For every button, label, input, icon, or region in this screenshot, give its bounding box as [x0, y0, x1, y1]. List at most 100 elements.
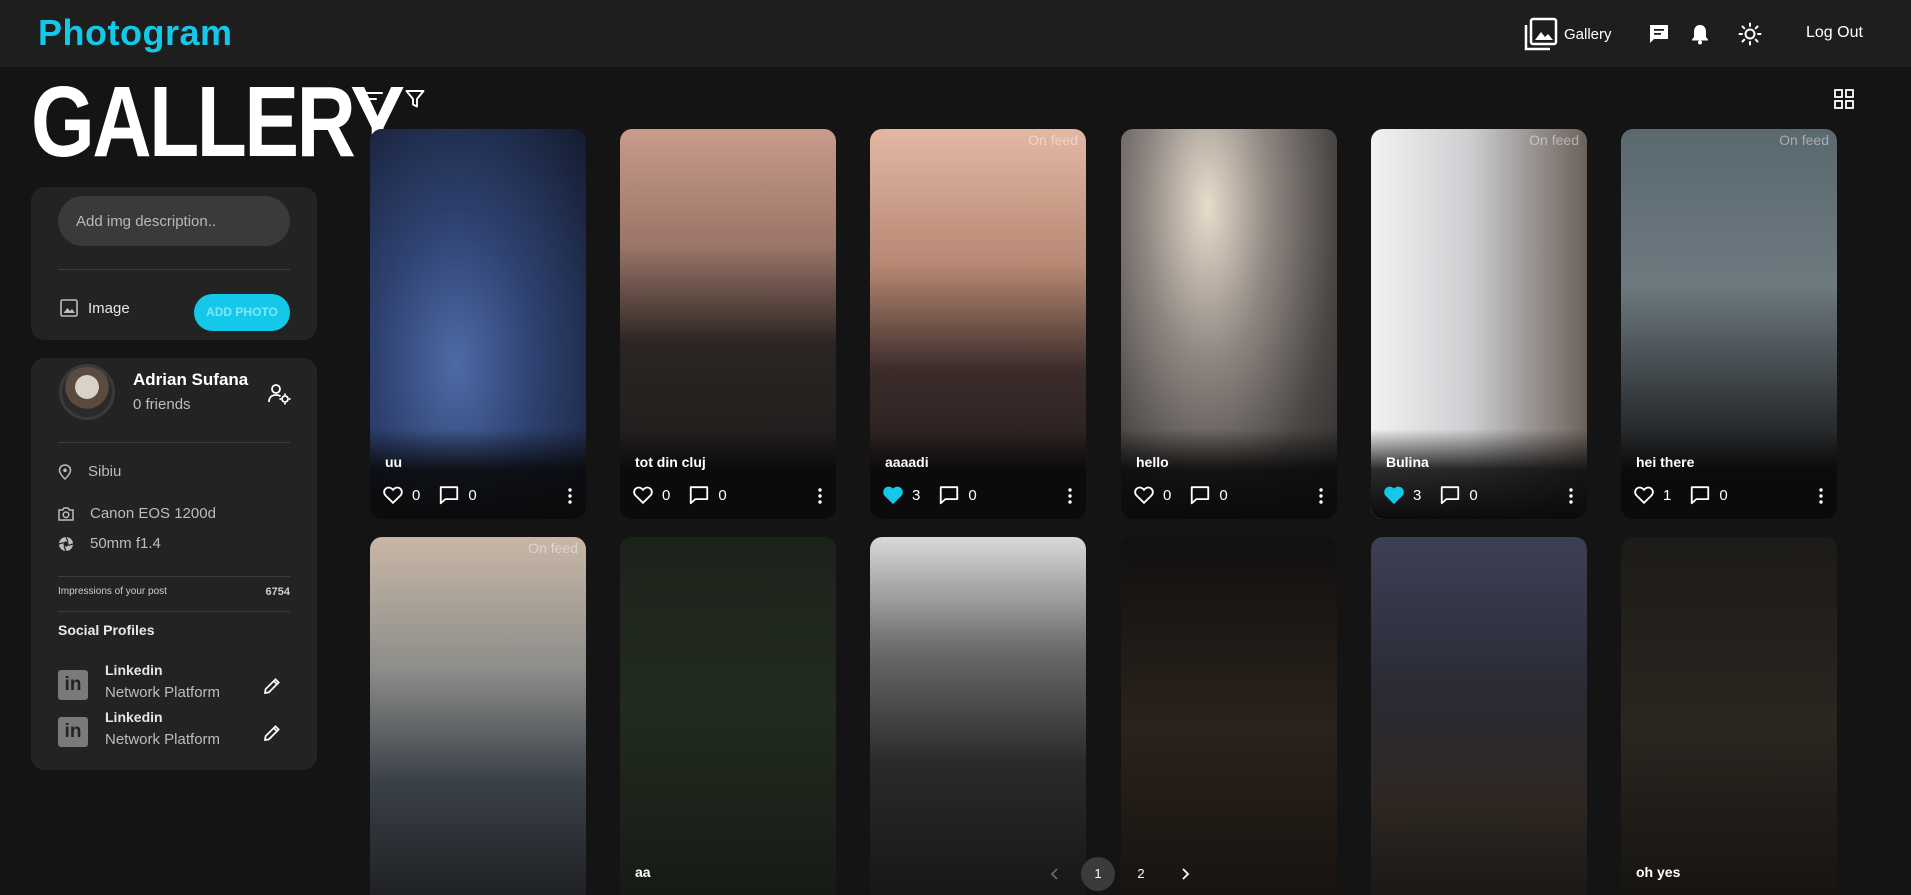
photo-card[interactable]: tot din cluj 0 0 [620, 129, 836, 519]
camera-row: Canon EOS 1200d [58, 505, 216, 522]
nav-gallery-label: Gallery [1564, 25, 1612, 43]
photo-stats: 00 [1133, 484, 1238, 506]
like-count: 0 [662, 486, 671, 504]
more-options-icon[interactable] [1068, 488, 1072, 504]
filter-icon[interactable] [404, 88, 426, 110]
photo-card[interactable]: On feed hei there 1 0 [1621, 129, 1837, 519]
impressions-label: Impressions of your post [58, 586, 167, 597]
comment-icon[interactable] [938, 484, 960, 506]
photo-title: Bulina [1386, 454, 1429, 470]
like-heart-icon[interactable] [882, 484, 904, 506]
social-profile-item[interactable]: in Linkedin Network Platform [58, 709, 290, 753]
photo-stats: 00 [632, 484, 737, 506]
more-options-icon[interactable] [1819, 488, 1823, 504]
camera-icon [58, 507, 74, 521]
photo-image[interactable] [370, 537, 586, 895]
photo-stats: 10 [1633, 484, 1738, 506]
photo-stats: 30 [1383, 484, 1488, 506]
comment-icon[interactable] [438, 484, 460, 506]
pagination-page-2[interactable]: 2 [1124, 857, 1158, 891]
notifications-bell-icon[interactable] [1688, 22, 1712, 46]
app-logo[interactable]: Photogram [38, 12, 233, 54]
comment-icon[interactable] [688, 484, 710, 506]
like-heart-icon[interactable] [632, 484, 654, 506]
image-description-input[interactable] [58, 196, 290, 246]
choose-image-button[interactable]: Image [60, 299, 130, 317]
photo-title: hello [1136, 454, 1169, 470]
gallery-icon [1524, 17, 1558, 51]
profile-name[interactable]: Adrian Sufana [133, 370, 248, 390]
photo-image[interactable] [1371, 537, 1587, 895]
manage-friends-icon[interactable] [267, 382, 291, 406]
like-count: 0 [1163, 486, 1172, 504]
photo-stats: 30 [882, 484, 987, 506]
photo-image[interactable] [1121, 537, 1337, 895]
photo-card[interactable] [1121, 537, 1337, 895]
page-title: GALLERY [31, 66, 405, 178]
photo-card[interactable]: uu 0 0 [370, 129, 586, 519]
photo-card[interactable]: On feed Bulina 3 0 [1371, 129, 1587, 519]
more-options-icon[interactable] [818, 488, 822, 504]
pagination-page-1[interactable]: 1 [1081, 857, 1115, 891]
on-feed-badge: On feed [1028, 132, 1078, 148]
comment-icon[interactable] [1689, 484, 1711, 506]
photo-card[interactable]: On feed aaaadi 3 0 [870, 129, 1086, 519]
photo-title: oh yes [1636, 864, 1681, 880]
social-profile-item[interactable]: in Linkedin Network Platform [58, 662, 290, 706]
grid-view-icon[interactable] [1833, 88, 1855, 110]
on-feed-badge: On feed [528, 540, 578, 556]
photo-image[interactable] [870, 537, 1086, 895]
more-options-icon[interactable] [1319, 488, 1323, 504]
image-button-label: Image [88, 299, 130, 317]
more-options-icon[interactable] [1569, 488, 1573, 504]
add-photo-button[interactable]: ADD PHOTO [194, 294, 290, 331]
photo-title: aa [635, 864, 651, 880]
photo-image[interactable] [620, 537, 836, 895]
like-count: 3 [1413, 486, 1422, 504]
photo-card[interactable]: aa [620, 537, 836, 895]
like-heart-icon[interactable] [1133, 484, 1155, 506]
photo-stats: 00 [382, 484, 487, 506]
like-heart-icon[interactable] [1633, 484, 1655, 506]
photo-card[interactable] [870, 537, 1086, 895]
photo-card[interactable] [1371, 537, 1587, 895]
upload-card: Image ADD PHOTO [31, 187, 317, 340]
like-heart-icon[interactable] [382, 484, 404, 506]
comment-count: 0 [968, 486, 977, 504]
pagination-prev-icon[interactable] [1048, 866, 1062, 882]
edit-pencil-icon[interactable] [262, 723, 282, 743]
linkedin-icon: in [58, 670, 88, 700]
lens-row: 50mm f1.4 [58, 535, 161, 552]
pagination-next-icon[interactable] [1178, 866, 1192, 882]
comment-icon[interactable] [1439, 484, 1461, 506]
avatar[interactable] [59, 364, 115, 420]
logout-button[interactable]: Log Out [1806, 24, 1863, 42]
comment-count: 0 [718, 486, 727, 504]
like-count: 1 [1663, 486, 1672, 504]
on-feed-badge: On feed [1779, 132, 1829, 148]
nav-gallery-link[interactable]: Gallery [1524, 0, 1612, 68]
photo-card[interactable]: oh yes [1621, 537, 1837, 895]
more-options-icon[interactable] [568, 488, 572, 504]
photo-title: uu [385, 454, 403, 470]
comment-icon[interactable] [1189, 484, 1211, 506]
location-text: Sibiu [88, 463, 122, 480]
photo-card[interactable]: On feed [370, 537, 586, 895]
comment-count: 0 [1219, 486, 1228, 504]
social-name: Linkedin [105, 662, 163, 678]
photo-image[interactable] [1621, 537, 1837, 895]
messages-icon[interactable] [1647, 22, 1671, 46]
impressions-row: Impressions of your post 6754 [58, 586, 290, 598]
divider [58, 269, 290, 270]
photo-card[interactable]: hello 0 0 [1121, 129, 1337, 519]
edit-pencil-icon[interactable] [262, 676, 282, 696]
sort-icon[interactable] [362, 88, 384, 110]
theme-toggle-sun-icon[interactable] [1738, 22, 1762, 46]
social-subtitle: Network Platform [105, 684, 221, 701]
divider [58, 576, 290, 577]
profile-card: Adrian Sufana 0 friends Sibiu Canon EOS … [31, 358, 317, 770]
like-heart-icon[interactable] [1383, 484, 1405, 506]
photo-title: aaaadi [885, 454, 929, 470]
like-count: 0 [412, 486, 421, 504]
aperture-icon [58, 536, 74, 551]
